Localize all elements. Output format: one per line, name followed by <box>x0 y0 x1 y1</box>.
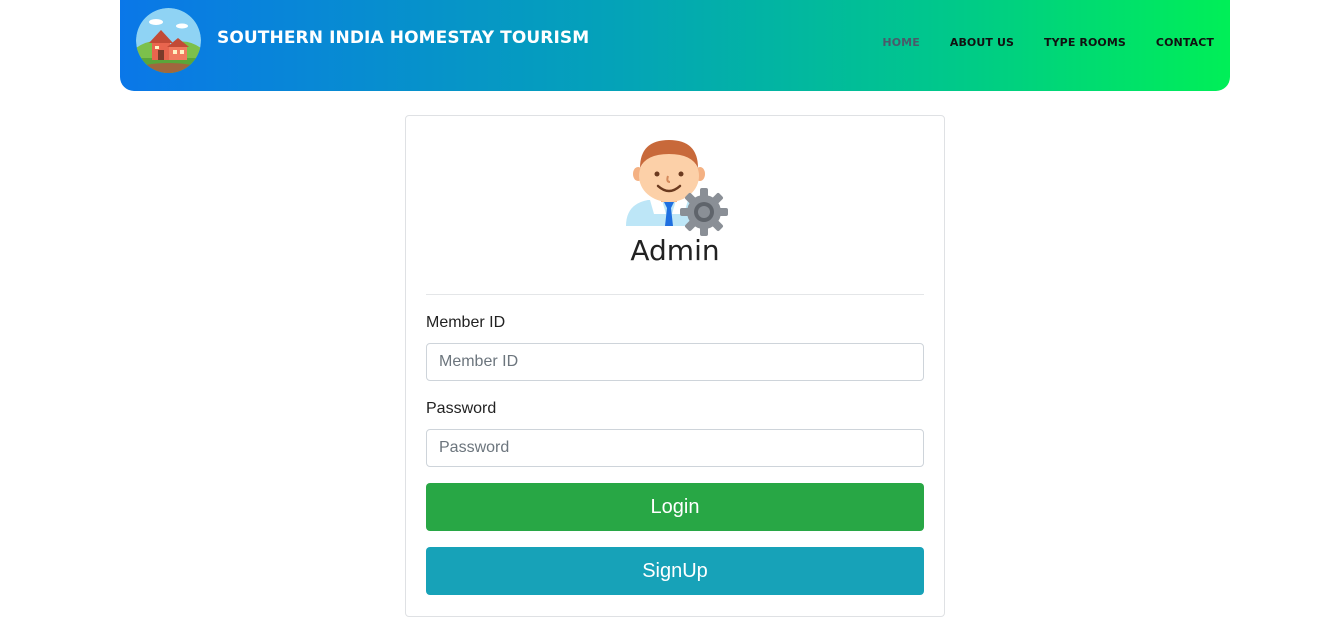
password-input[interactable] <box>426 429 924 467</box>
nav-contact[interactable]: CONTACT <box>1156 36 1214 49</box>
signup-button[interactable]: SignUp <box>426 547 924 595</box>
brand-title[interactable]: SOUTHERN INDIA HOMESTAY TOURISM <box>217 28 589 48</box>
nav-about-us[interactable]: ABOUT US <box>950 36 1014 49</box>
nav-type-rooms[interactable]: TYPE ROOMS <box>1044 36 1126 49</box>
password-label: Password <box>426 400 497 417</box>
login-card: Admin Member ID Password Login SignUp <box>405 115 945 617</box>
nav-home[interactable]: HOME <box>882 36 919 49</box>
homestay-house-icon[interactable] <box>136 8 201 73</box>
admin-user-gear-icon <box>624 134 728 238</box>
login-button[interactable]: Login <box>426 483 924 531</box>
member-id-input[interactable] <box>426 343 924 381</box>
divider <box>426 294 924 295</box>
member-id-label: Member ID <box>426 314 506 331</box>
admin-title: Admin <box>630 234 720 267</box>
main-nav: HOME ABOUT US TYPE ROOMS CONTACT <box>882 36 1214 49</box>
site-header: SOUTHERN INDIA HOMESTAY TOURISM HOME ABO… <box>120 0 1230 91</box>
